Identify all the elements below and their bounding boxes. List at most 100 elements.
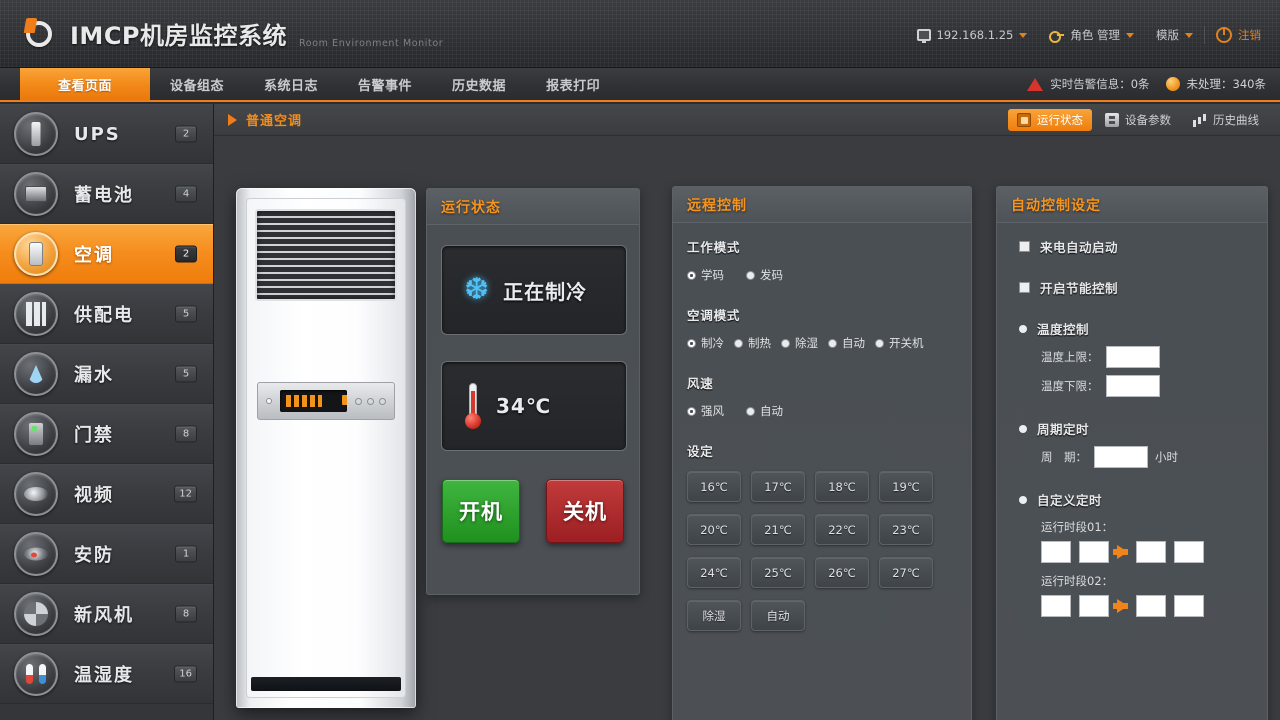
nav-tab-history-data[interactable]: 历史数据 — [432, 68, 526, 100]
radio-label: 强风 — [701, 404, 724, 418]
setpoint-button[interactable]: 27℃ — [879, 557, 933, 588]
sidebar-item-badge: 2 — [175, 245, 197, 263]
temp-upper-input[interactable] — [1105, 346, 1160, 368]
sidebar-item-access-control[interactable]: 门禁 8 — [0, 404, 213, 464]
nav-tab-report-print[interactable]: 报表打印 — [526, 68, 620, 100]
chevron-down-icon — [1185, 32, 1193, 38]
alarm-summary: 实时告警信息：0条 未处理：340条 — [1027, 68, 1280, 100]
radio-work-mode-learn[interactable]: 学码 — [687, 267, 728, 283]
setpoint-button[interactable]: 16℃ — [687, 471, 741, 502]
logout-button[interactable]: 注销 — [1205, 23, 1272, 47]
thermo-hygro-icon — [14, 652, 58, 696]
sidebar-item-label: 空调 — [74, 245, 114, 266]
setpoint-button[interactable]: 24℃ — [687, 557, 741, 588]
warning-triangle-icon — [1027, 77, 1044, 91]
power-off-button[interactable]: 关机 — [546, 479, 624, 543]
tab-device-params[interactable]: 设备参数 — [1096, 109, 1180, 131]
nav-tab-view-pages[interactable]: 查看页面 — [20, 68, 150, 100]
slot-02-label: 运行时段02： — [1041, 574, 1114, 588]
sidebar-item-battery[interactable]: 蓄电池 4 — [0, 164, 213, 224]
radio-ac-mode-cool[interactable]: 制冷 — [687, 335, 728, 351]
setpoint-button-dehumidify[interactable]: 除湿 — [687, 600, 741, 631]
nav-tab-alarm-events[interactable]: 告警事件 — [338, 68, 432, 100]
setpoint-button[interactable]: 23℃ — [879, 514, 933, 545]
run-status-panel: 运行状态 ❆ 正在制冷 34℃ 开机 关机 — [426, 188, 640, 595]
language-menu-item[interactable]: 模版 — [1145, 23, 1204, 47]
camera-icon — [14, 472, 58, 516]
security-icon — [14, 532, 58, 576]
setpoint-button[interactable]: 18℃ — [815, 471, 869, 502]
setpoint-button[interactable]: 21℃ — [751, 514, 805, 545]
tab-label: 历史曲线 — [1213, 112, 1259, 127]
setpoint-button[interactable]: 17℃ — [751, 471, 805, 502]
cycle-timer-heading[interactable]: 周期定时 — [1011, 419, 1253, 438]
radio-fan-auto[interactable]: 自动 — [746, 403, 787, 419]
nav-tab-system-log[interactable]: 系统日志 — [244, 68, 338, 100]
radio-ac-mode-power[interactable]: 开关机 — [875, 335, 928, 351]
arrow-right-icon — [1113, 599, 1128, 613]
nav-tab-device-config[interactable]: 设备组态 — [150, 68, 244, 100]
sidebar-item-video[interactable]: 视频 12 — [0, 464, 213, 524]
tab-history-curve[interactable]: 历史曲线 — [1184, 109, 1268, 131]
run-status-icon — [1017, 112, 1031, 127]
slot-02-from-hour[interactable] — [1041, 595, 1071, 617]
setpoint-button[interactable]: 20℃ — [687, 514, 741, 545]
slot-01-to-minute[interactable] — [1174, 541, 1204, 563]
checkbox-auto-start-on-power[interactable]: 来电自动启动 — [1011, 237, 1253, 256]
sidebar-item-ups[interactable]: UPS 2 — [0, 104, 213, 164]
sidebar-item-air-conditioner[interactable]: 空调 2 — [0, 224, 213, 284]
cycle-period-input[interactable] — [1094, 446, 1148, 468]
tab-run-status[interactable]: 运行状态 — [1008, 108, 1092, 131]
unhandled-alarm-chip[interactable]: 未处理：340条 — [1165, 76, 1266, 92]
slot-01-row — [1011, 541, 1253, 563]
sidebar-item-security[interactable]: 安防 1 — [0, 524, 213, 584]
sidebar-item-water-leak[interactable]: 漏水 5 — [0, 344, 213, 404]
radio-ac-mode-auto[interactable]: 自动 — [828, 335, 869, 351]
alert-dot-icon — [1165, 77, 1180, 91]
role-menu-item[interactable]: 角色 管理 — [1038, 23, 1145, 47]
slot-02-to-minute[interactable] — [1174, 595, 1204, 617]
setpoint-button[interactable]: 25℃ — [751, 557, 805, 588]
monitor-icon — [916, 29, 931, 43]
radio-dot-icon — [734, 338, 743, 348]
temp-control-heading[interactable]: 温度控制 — [1011, 319, 1253, 338]
power-on-button[interactable]: 开机 — [442, 479, 520, 543]
field-label: 周 期： — [1041, 450, 1087, 464]
cycle-period-row: 周 期： 小时 — [1011, 446, 1253, 468]
nav-label: 报表打印 — [546, 78, 601, 94]
temp-lower-input[interactable] — [1105, 375, 1160, 397]
sidebar-item-label: 安防 — [74, 545, 114, 566]
ip-address-item[interactable]: 192.168.1.25 — [906, 23, 1039, 47]
setpoint-button[interactable]: 19℃ — [879, 471, 933, 502]
sidebar-item-label: 供配电 — [74, 305, 134, 326]
radio-dot-icon — [781, 338, 790, 348]
panel-title: 远程控制 — [673, 187, 971, 223]
sidebar-item-badge: 5 — [175, 305, 197, 323]
battery-icon — [14, 172, 58, 216]
slot-01-to-hour[interactable] — [1136, 541, 1166, 563]
slot-02-from-minute[interactable] — [1079, 595, 1109, 617]
radio-ac-mode-dehumidify[interactable]: 除湿 — [781, 335, 822, 351]
checkbox-energy-saving[interactable]: 开启节能控制 — [1011, 278, 1253, 297]
power-icon — [1216, 27, 1232, 43]
radio-fan-strong[interactable]: 强风 — [687, 403, 728, 419]
chevron-down-icon — [1019, 32, 1028, 38]
content-area: 普通空调 运行状态 设备参数 历史曲线 运行状态 ❆ 正在制冷 34℃ 开机 关… — [214, 104, 1280, 720]
setpoint-button[interactable]: 22℃ — [815, 514, 869, 545]
radio-dot-icon — [687, 406, 696, 416]
setpoint-button-auto[interactable]: 自动 — [751, 600, 805, 631]
sidebar-item-temp-humidity[interactable]: 温湿度 16 — [0, 644, 213, 704]
sidebar-item-power-supply[interactable]: 供配电 5 — [0, 284, 213, 344]
section-label: 自定义定时 — [1037, 493, 1103, 508]
radio-ac-mode-heat[interactable]: 制热 — [734, 335, 775, 351]
custom-timer-heading[interactable]: 自定义定时 — [1011, 490, 1253, 509]
sidebar-item-fresh-air-fan[interactable]: 新风机 8 — [0, 584, 213, 644]
section-label: 温度控制 — [1037, 322, 1090, 337]
radio-label: 制热 — [748, 336, 771, 350]
radio-work-mode-send[interactable]: 发码 — [746, 267, 787, 283]
setpoint-button[interactable]: 26℃ — [815, 557, 869, 588]
slot-01-from-hour[interactable] — [1041, 541, 1071, 563]
slot-01-from-minute[interactable] — [1079, 541, 1109, 563]
slot-02-to-hour[interactable] — [1136, 595, 1166, 617]
realtime-alarm-chip[interactable]: 实时告警信息：0条 — [1027, 76, 1150, 92]
